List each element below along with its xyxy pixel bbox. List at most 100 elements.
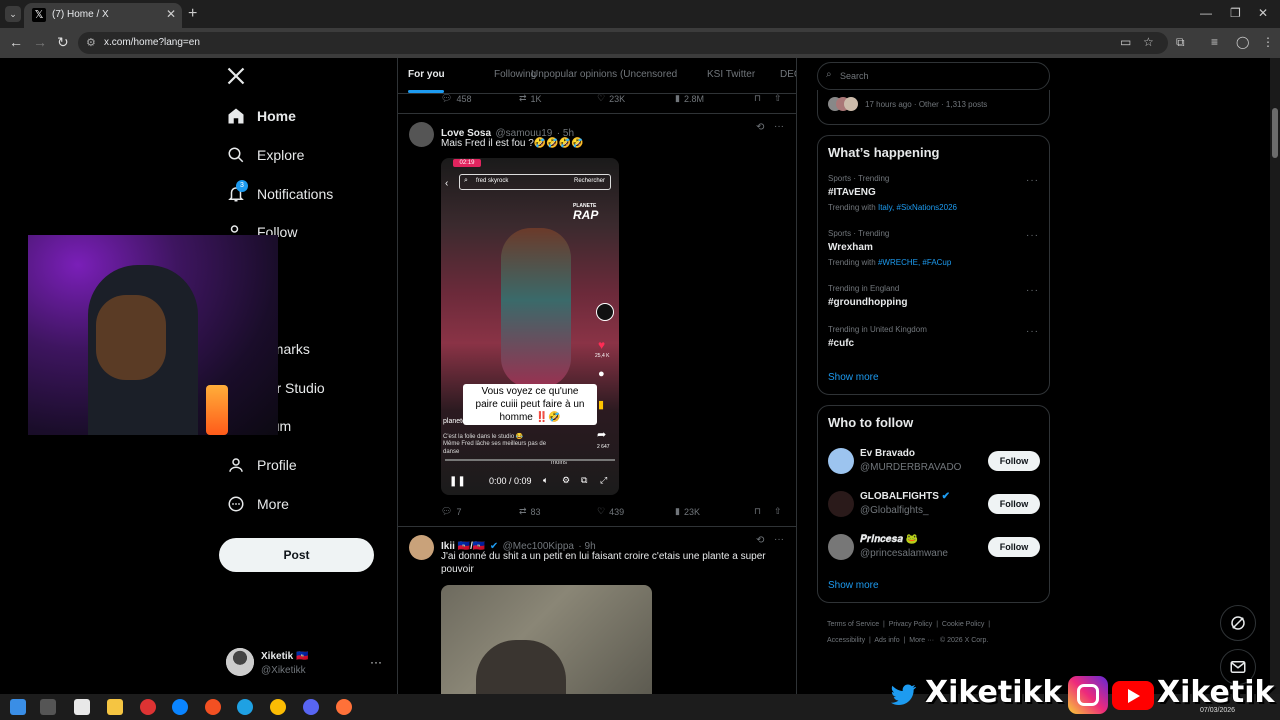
post1-reply-button[interactable]: 💬︎ 7 (441, 506, 461, 517)
post-button[interactable]: Post (219, 538, 374, 572)
trend-menu-icon[interactable]: ··· (1026, 285, 1039, 296)
footer-more-link[interactable]: More ··· (909, 637, 934, 644)
reading-list-icon[interactable]: ≡ (1211, 35, 1218, 49)
trend-item[interactable]: Trending in United Kingdom #cufc ··· (818, 325, 1049, 359)
window-close-button[interactable]: ✕ (1258, 6, 1268, 20)
nav-home[interactable]: Home (226, 101, 296, 131)
footer-privacy-link[interactable]: Privacy Policy (889, 621, 933, 628)
discord-icon[interactable] (303, 699, 319, 715)
file-explorer-icon[interactable] (107, 699, 123, 715)
post2-image[interactable] (441, 585, 652, 694)
chrome-icon[interactable] (270, 699, 286, 715)
nav-more[interactable]: More (226, 489, 289, 519)
x-logo-icon[interactable] (226, 66, 248, 88)
volume-icon[interactable]: 🔈︎ (543, 475, 548, 486)
tab-following[interactable]: Following (494, 69, 536, 80)
suggestion-avatar[interactable] (828, 534, 854, 560)
app-icon[interactable] (140, 699, 156, 715)
prev-like-button[interactable]: ♡ 23K (597, 93, 625, 104)
trend-item[interactable]: Sports · Trending #ITAvENG Trending with… (818, 174, 1049, 220)
tab-search-button[interactable]: ⌄ (5, 6, 21, 22)
follow-suggestion[interactable]: Ev Bravado @MURDERBRAVADO Follow (818, 446, 1049, 476)
tab-for-you[interactable]: For you (408, 69, 445, 80)
post1-menu-icon[interactable]: ··· (774, 121, 784, 132)
prev-repost-button[interactable]: ⇄ 1K (519, 93, 542, 104)
post1-repost-button[interactable]: ⇄ 83 (519, 506, 541, 517)
profile-icon[interactable]: ◯ (1236, 35, 1249, 49)
account-menu-icon[interactable]: ··· (370, 655, 382, 669)
cast-icon[interactable]: ▭ (1120, 35, 1131, 49)
follow-suggestion[interactable]: 𝑷𝒓𝒊𝒏𝒄𝒆𝒔𝒂 🐸 @princesalamwane Follow (818, 532, 1049, 562)
grok-action-icon[interactable]: ⟲ (756, 535, 764, 546)
suggestion-avatar[interactable] (828, 491, 854, 517)
suggestion-name[interactable]: 𝑷𝒓𝒊𝒏𝒄𝒆𝒔𝒂 🐸 (860, 534, 918, 545)
trends-show-more-link[interactable]: Show more (828, 372, 879, 383)
nav-notifications[interactable]: 3 Notifications (226, 179, 333, 209)
address-bar[interactable]: ⚙ x.com/home?lang=en (78, 32, 1168, 54)
prev-share-button[interactable]: ⇧ (774, 93, 782, 104)
grok-fab-icon[interactable] (1220, 605, 1256, 641)
bookmark-star-icon[interactable]: ☆ (1143, 35, 1154, 49)
store-icon[interactable] (74, 699, 90, 715)
app-icon[interactable] (205, 699, 221, 715)
pause-icon[interactable]: ❚❚ (449, 476, 466, 487)
tab-close-icon[interactable]: ✕ (166, 7, 176, 21)
prev-bookmark-button[interactable]: ⊓ (754, 93, 761, 104)
follow-button[interactable]: Follow (988, 494, 1040, 514)
ccleaner-icon[interactable] (172, 699, 188, 715)
fullscreen-icon[interactable]: ⤢ (600, 475, 607, 486)
browser-tab[interactable]: 𝕏 (7) Home / X ✕ (24, 3, 182, 28)
firefox-icon[interactable] (336, 699, 352, 715)
back-button[interactable]: ← (9, 34, 23, 50)
follow-button[interactable]: Follow (988, 451, 1040, 471)
start-icon[interactable] (10, 699, 26, 715)
post1-video[interactable]: 02:19 ‹ ⌕ fred skyrock Rechercher PLANET… (441, 158, 619, 495)
video-progress-bar[interactable] (445, 459, 615, 461)
new-tab-button[interactable]: + (188, 5, 197, 23)
browser-menu-icon[interactable]: ⋮ (1262, 35, 1274, 49)
community-card[interactable]: 17 hours ago · Other · 1,313 posts (817, 90, 1050, 125)
prev-reply-button[interactable]: 💬︎ 458 (441, 93, 471, 104)
extensions-icon[interactable]: ⧉ (1176, 35, 1185, 50)
forward-button[interactable]: → (33, 34, 47, 50)
tab-ksi-twitter[interactable]: KSI Twitter (707, 69, 755, 80)
post2-menu-icon[interactable]: ··· (774, 534, 784, 545)
tab-unpopular-opinions[interactable]: Unpopular opinions (Uncensored (531, 69, 677, 80)
trend-menu-icon[interactable]: ··· (1026, 230, 1039, 241)
trend-menu-icon[interactable]: ··· (1026, 326, 1039, 337)
scrollbar-thumb[interactable] (1272, 108, 1278, 158)
follow-show-more-link[interactable]: Show more (828, 580, 879, 591)
nav-explore[interactable]: Explore (226, 140, 304, 170)
post1-bookmark-button[interactable]: ⊓ (754, 506, 761, 517)
site-info-icon[interactable]: ⚙ (86, 36, 96, 49)
page-scrollbar[interactable] (1270, 58, 1280, 694)
account-avatar[interactable] (226, 648, 254, 676)
follow-suggestion[interactable]: GLOBALFIGHTS ✔ @Globalfights_ Follow (818, 489, 1049, 519)
suggestion-name[interactable]: Ev Bravado (860, 448, 915, 459)
trend-menu-icon[interactable]: ··· (1026, 175, 1039, 186)
nav-profile[interactable]: Profile (226, 450, 297, 480)
post2-avatar[interactable] (409, 535, 434, 560)
settings-icon[interactable]: ⚙ (562, 475, 570, 486)
post1-avatar[interactable] (409, 122, 434, 147)
prev-views-button[interactable]: ▮ 2.8M (675, 93, 704, 104)
search-input[interactable]: ⌕ Search (817, 62, 1050, 90)
suggestion-name[interactable]: GLOBALFIGHTS ✔ (860, 491, 950, 502)
footer-ads-link[interactable]: Ads info (874, 637, 899, 644)
suggestion-avatar[interactable] (828, 448, 854, 474)
grok-action-icon[interactable]: ⟲ (756, 122, 764, 133)
restore-button[interactable]: ❐ (1230, 6, 1241, 20)
footer-accessibility-link[interactable]: Accessibility (827, 637, 865, 644)
footer-cookie-link[interactable]: Cookie Policy (942, 621, 984, 628)
post1-share-button[interactable]: ⇧ (774, 506, 782, 517)
edge-icon[interactable] (237, 699, 253, 715)
trend-item[interactable]: Sports · Trending Wrexham Trending with … (818, 229, 1049, 275)
task-view-icon[interactable] (40, 699, 56, 715)
minimize-button[interactable]: — (1200, 6, 1212, 20)
trend-item[interactable]: Trending in England #groundhopping ··· (818, 284, 1049, 318)
reload-button[interactable]: ↻ (57, 34, 69, 51)
tab-dec[interactable]: DEC (780, 69, 796, 80)
post1-like-button[interactable]: ♡ 439 (597, 506, 624, 517)
footer-terms-link[interactable]: Terms of Service (827, 621, 879, 628)
pip-icon[interactable]: ⧉ (581, 475, 587, 486)
